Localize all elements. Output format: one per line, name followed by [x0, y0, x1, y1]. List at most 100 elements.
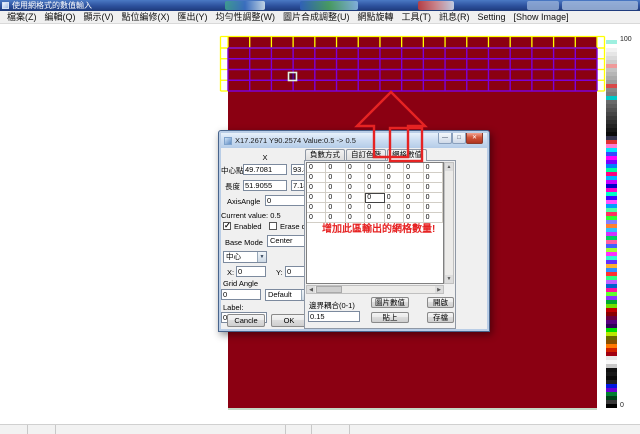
table-cell[interactable]: 0 [307, 203, 326, 213]
open-button[interactable]: 開啟 [427, 297, 454, 308]
colorbar-min-label: 0 [620, 402, 624, 409]
scroll-right-icon[interactable]: ▶ [435, 286, 443, 293]
enabled-checkbox[interactable] [223, 222, 231, 230]
colorbar-band [606, 404, 617, 408]
table-cell[interactable]: 0 [307, 193, 326, 203]
x-offset-input[interactable] [236, 266, 266, 277]
save-button[interactable]: 存檔 [427, 312, 454, 323]
table-cell[interactable]: 0 [404, 193, 423, 203]
table-cell[interactable]: 0 [404, 183, 423, 193]
center-x-input[interactable] [243, 164, 287, 175]
tab-3[interactable]: 網格數值 [387, 149, 427, 161]
table-cell[interactable]: 0 [424, 203, 443, 213]
menu-item-8[interactable]: 網點旋轉 [354, 11, 398, 23]
statusbar-panel [0, 425, 28, 434]
table-cell[interactable]: 0 [365, 163, 384, 173]
scrollbar-thumb[interactable] [316, 286, 342, 293]
table-cell[interactable]: 0 [385, 163, 404, 173]
table-cell[interactable]: 0 [326, 163, 345, 173]
grid-angle-input[interactable] [221, 289, 261, 300]
scroll-left-icon[interactable]: ◀ [307, 286, 315, 293]
table-cell[interactable]: 0 [346, 163, 365, 173]
table-cell[interactable]: 0 [346, 203, 365, 213]
table-cell[interactable]: 0 [365, 173, 384, 183]
anchor-value: 中心 [226, 252, 241, 261]
erase-dots-checkbox[interactable] [269, 222, 277, 230]
menu-item-5[interactable]: 匯出(Y) [174, 11, 212, 23]
menu-item-3[interactable]: 顯示(V) [80, 11, 118, 23]
table-cell[interactable]: 0 [385, 173, 404, 183]
table-cell[interactable]: 0 [365, 203, 384, 213]
table-cell[interactable]: 0 [326, 173, 345, 183]
table-cell[interactable]: 0 [365, 193, 384, 203]
table-cell[interactable]: 0 [424, 163, 443, 173]
table-cell[interactable]: 0 [307, 163, 326, 173]
image-values-button[interactable]: 圖片數值 [371, 297, 409, 308]
scroll-down-icon[interactable]: ▼ [445, 275, 453, 283]
ok-button[interactable]: OK [271, 314, 307, 327]
x-offset-label: X: [227, 268, 234, 277]
y-offset-label: Y: [276, 268, 283, 277]
length-x-input[interactable] [243, 180, 287, 191]
paste-button[interactable]: 貼上 [371, 312, 409, 323]
status-bar [0, 424, 640, 434]
close-button[interactable]: ✕ [466, 133, 483, 144]
boundary-blend-input[interactable] [308, 311, 360, 322]
table-cell[interactable]: 0 [424, 193, 443, 203]
center-point-label: 中心點 [221, 166, 244, 175]
annotation-note: 增加此區輸出的網格數量! [322, 220, 435, 235]
table-cell[interactable]: 0 [404, 173, 423, 183]
table-cell[interactable]: 0 [385, 193, 404, 203]
enabled-label: Enabled [234, 222, 262, 231]
background-window-button[interactable] [562, 1, 638, 10]
base-mode-value: Center [270, 236, 293, 245]
table-cell[interactable]: 0 [326, 183, 345, 193]
statusbar-panel [286, 425, 312, 434]
table-cell[interactable]: 0 [307, 173, 326, 183]
menu-item-2[interactable]: 編輯(Q) [41, 11, 80, 23]
table-cell[interactable]: 0 [385, 203, 404, 213]
statusbar-panel [350, 425, 640, 434]
grid-angle-mode-value: Default [268, 290, 292, 299]
table-cell[interactable]: 0 [346, 183, 365, 193]
statusbar-panel [56, 425, 286, 434]
background-window-button[interactable] [527, 1, 559, 10]
minimize-button[interactable]: — [438, 133, 452, 144]
dialog-title: X17.2671 Y90.2574 Value:0.5 -> 0.5 [235, 136, 356, 145]
cancel-button[interactable]: Cancle [227, 314, 265, 327]
table-cell[interactable]: 0 [346, 193, 365, 203]
label-label: Label: [223, 303, 243, 312]
table-cell[interactable]: 0 [424, 183, 443, 193]
table-cell[interactable]: 0 [404, 163, 423, 173]
menu-item-10[interactable]: 訊息(R) [435, 11, 474, 23]
table-cell[interactable]: 0 [307, 183, 326, 193]
boundary-blend-label: 邊界耦合(0-1) [309, 301, 355, 310]
table-cell[interactable]: 0 [326, 203, 345, 213]
scroll-up-icon[interactable]: ▲ [445, 163, 453, 171]
menu-item-11[interactable]: Setting [474, 11, 510, 23]
vertical-scrollbar[interactable]: ▲ ▼ [444, 162, 454, 284]
length-label: 長度 [225, 182, 240, 191]
table-cell[interactable]: 0 [365, 183, 384, 193]
app-icon [2, 2, 9, 9]
table-cell[interactable]: 0 [404, 203, 423, 213]
menu-item-12[interactable]: [Show Image] [510, 11, 573, 23]
base-mode-label: Base Mode [225, 238, 263, 247]
menu-item-4[interactable]: 點位編修(X) [118, 11, 174, 23]
anchor-select[interactable]: 中心 ▼ [223, 251, 267, 263]
table-cell[interactable]: 0 [424, 173, 443, 183]
grid-angle-label: Grid Angle [223, 279, 258, 288]
maximize-button[interactable]: □ [452, 133, 466, 144]
menu-item-7[interactable]: 圖片合成調整(U) [279, 11, 354, 23]
menu-item-1[interactable]: 檔案(Z) [3, 11, 41, 23]
table-cell[interactable]: 0 [326, 193, 345, 203]
background-window-fragment [300, 1, 358, 10]
background-window-fragment [418, 1, 454, 10]
horizontal-scrollbar[interactable]: ◀ ▶ [306, 285, 444, 294]
menu-bar: 檔案(Z)編輯(Q)顯示(V)點位編修(X)匯出(Y)均勻性調整(W)圖片合成調… [0, 11, 640, 24]
window-title: 使用網格式的數值輸入 [12, 1, 92, 11]
table-cell[interactable]: 0 [385, 183, 404, 193]
table-cell[interactable]: 0 [346, 173, 365, 183]
menu-item-6[interactable]: 均勻性調整(W) [212, 11, 280, 23]
menu-item-9[interactable]: 工具(T) [398, 11, 436, 23]
